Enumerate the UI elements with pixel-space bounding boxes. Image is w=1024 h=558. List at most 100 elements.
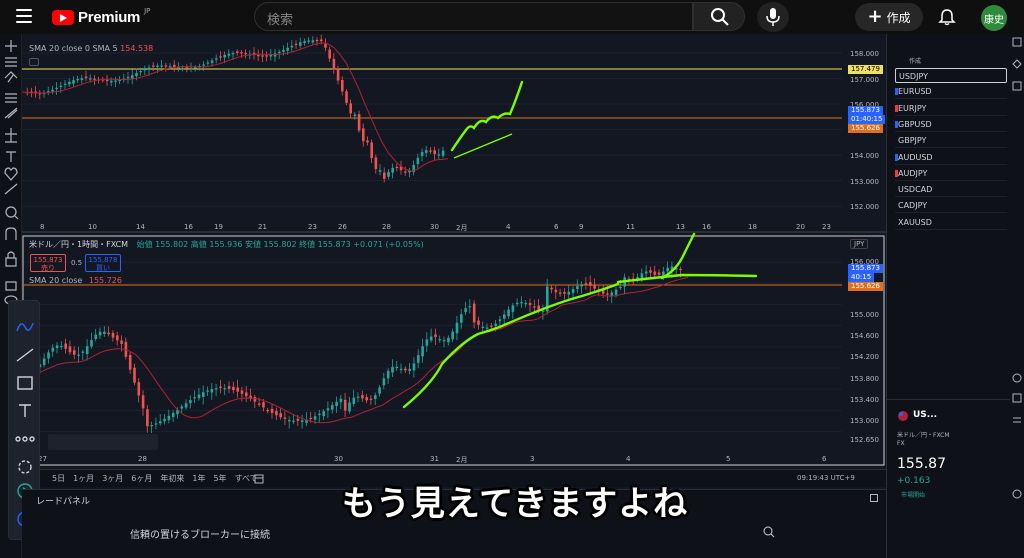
sell-label: 売り [41,264,55,272]
top-countdown-tag: 01:40:15 [848,115,886,124]
screen: Premium JP 検索 + 作成 康史 SMA 20 close 0 SMA… [0,0,1024,558]
top-indicator-label: SMA 20 close 0 SMA 5 [29,44,118,53]
maximize-panel-button[interactable] [870,494,878,502]
watchlist-item[interactable]: EURUSD [895,84,1007,100]
search-icon [711,8,729,26]
youtube-logo[interactable]: Premium JP [52,7,150,26]
timeframe-button[interactable]: 5日 [52,473,65,484]
notification-bell-icon[interactable] [938,8,956,26]
pattern-tool-icon[interactable] [15,436,35,442]
create-button[interactable]: + 作成 [855,3,923,31]
chart-area[interactable]: SMA 20 close 0 SMA 5 154.538 158.000 157.… [21,34,886,489]
top-yellow-price-tag: 157.479 [848,65,883,74]
watchlist-symbol: EURUSD [898,87,932,97]
watchlist-item[interactable]: AUDJPY [895,166,1007,181]
top-indicator-legend[interactable]: SMA 20 close 0 SMA 5 154.538 [29,44,153,53]
watchlist-symbol: USDJPY [899,72,928,81]
magnet-icon[interactable] [18,460,32,474]
video-subtitle: もう見えてきますよね [341,484,689,524]
line-tool-icon[interactable] [16,348,34,362]
bottom-symbol-legend[interactable]: 米ドル／円・1時間・FXCM 始値 155.802 高値 155.936 安値 … [29,239,424,250]
watchlist-item[interactable]: XAUUSD [895,215,1007,230]
date-axis-label: 16 [184,223,193,231]
text-tool-icon[interactable] [19,404,31,417]
watchlist-symbol: CADJPY [898,201,928,211]
watchlist-symbol: AUDJPY [898,168,928,178]
collapse-legend-button[interactable] [29,58,39,66]
right-toolbar-icons[interactable] [1010,34,1024,558]
watchlist-item[interactable]: GBPUSD [895,117,1007,132]
date-axis-label: 28 [138,455,147,463]
date-axis-label: 30 [430,223,439,231]
watchlist-symbol: GBPJPY [898,136,927,146]
watchlist-symbol: EURJPY [898,103,927,113]
currency-selector[interactable]: JPY [850,239,869,249]
buy-button[interactable]: 155.878 買い [85,254,121,272]
toolbar-icons[interactable] [0,34,22,334]
watchlist-flag [895,104,898,112]
date-axis-label: 20 [796,223,805,231]
search-button[interactable] [693,2,745,31]
date-axis-label: 19 [214,223,223,231]
panel-search-icon[interactable] [763,526,775,538]
watchlist-item[interactable]: CADJPY [895,198,1007,214]
symbol-label: 米ドル／円・1時間・FXCM [29,240,129,249]
brush-icon[interactable] [16,322,34,332]
broker-connect-text[interactable]: 信頼の置けるブローカーに接続 [130,526,270,541]
clock[interactable]: 09:19:43 UTC+9 [797,474,855,482]
watchlist-item[interactable]: GBPJPY [895,133,1007,149]
date-axis-label: 5 [726,455,731,463]
watchlist-flag [895,120,898,128]
date-axis-label: 18 [748,223,757,231]
price-axis-label: 158.000 [850,50,879,58]
date-range-icon[interactable] [254,473,264,484]
price-axis-label: 152.650 [850,436,879,444]
buy-price: 155.878 [88,256,118,264]
bottom-indicator-legend[interactable]: SMA 20 close 155.726 [29,276,122,285]
price-axis-label: 153.000 [850,177,879,186]
logo-text: Premium [78,8,141,26]
avatar[interactable]: 康史 [981,5,1007,31]
price-axis-label: 152.000 [850,203,879,211]
voice-search-button[interactable] [757,2,789,32]
timeframe-list: 5日 1ヶ月 3ヶ月 6ヶ月 年初来 1年 5年 すべて [52,473,258,484]
timeframe-button[interactable]: 年初来 [160,473,184,484]
sell-price: 155.873 [33,256,63,264]
sell-button[interactable]: 155.873 売り [30,254,66,272]
watchlist-item[interactable]: USDJPY [895,68,1007,83]
bottom-indicator-label: SMA 20 close [29,276,83,285]
top-indicator-value: 154.538 [120,44,154,53]
watchlist-item[interactable]: AUDUSD [895,150,1007,165]
top-chart-bg [22,34,886,230]
timeframe-button[interactable]: 6ヶ月 [131,473,152,484]
watchlist-panel: 作成 USDJPY EURUSD EURJPY GBPUSD GBPJPY AUDUSD A… [886,34,1011,558]
top-current-price-tag: 155.873 [848,106,883,115]
price-axis-label: 154.200 [850,353,879,361]
timeframe-button[interactable]: 1年 [192,473,205,484]
price-axis-label: 157.000 [850,75,879,84]
trading-panel-tab[interactable]: レードパネル [36,494,90,507]
mini-tool-strip[interactable] [48,434,158,450]
watchlist-symbol: GBPUSD [898,119,932,129]
search-input[interactable]: 検索 [254,2,693,31]
price-axis-label: 155.000 [850,311,879,319]
watchlist-item[interactable]: USDCAD [895,182,1007,198]
charts-svg[interactable] [21,34,886,489]
detail-symbol[interactable]: US... [913,410,937,420]
watchlist-header[interactable]: 作成 [909,56,921,65]
watchlist-symbol: USDCAD [898,185,933,195]
rectangle-tool-icon[interactable] [17,376,33,390]
watchlist-flag [895,153,898,161]
watchlist-item[interactable]: EURJPY [895,101,1007,116]
detail-name: 米ドル／円・FXCM [897,432,950,439]
price-axis-label: 153.000 [850,417,879,425]
timeframe-button[interactable]: 3ヶ月 [102,473,123,484]
timeframe-button[interactable]: 1ヶ月 [73,473,94,484]
watchlist-flag [895,88,898,96]
buy-label: 買い [96,264,110,272]
menu-icon[interactable] [16,9,32,23]
right-toolbar [1010,34,1024,558]
timeframe-button[interactable]: 5年 [213,473,226,484]
price-axis-label: 153.400 [850,396,879,404]
detail-type: FX [897,440,905,447]
